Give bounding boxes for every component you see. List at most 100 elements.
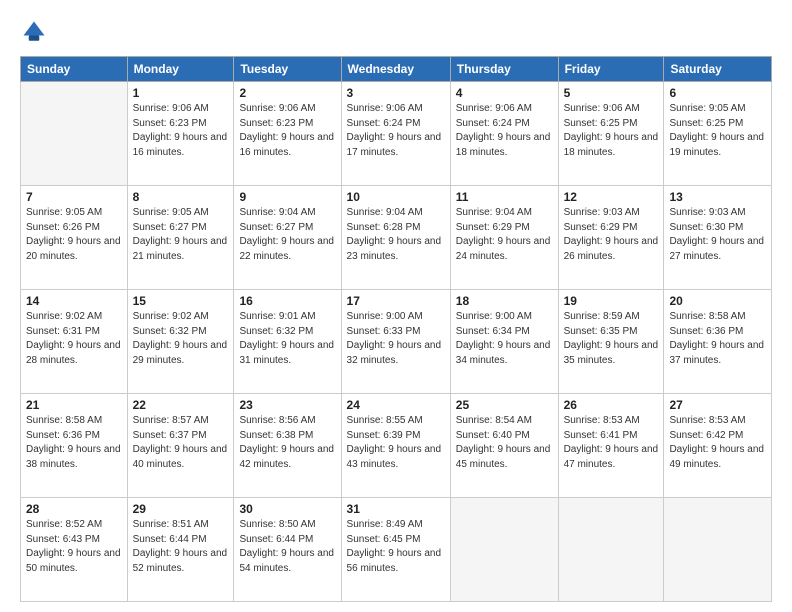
calendar-cell: 5Sunrise: 9:06 AMSunset: 6:25 PMDaylight…	[558, 82, 664, 186]
day-number: 20	[669, 294, 766, 308]
day-number: 17	[347, 294, 445, 308]
calendar-cell: 10 Sunrise: 9:04 AMSunset: 6:28 PMDayligh…	[341, 186, 450, 290]
day-info: Sunrise: 9:06 AMSunset: 6:23 PMDaylight:…	[239, 102, 335, 160]
day-number: 28	[26, 502, 122, 516]
day-info: Sunrise: 8:53 AMSunset: 6:41 PMDaylight:…	[564, 414, 659, 472]
day-info: Sunrise: 8:51 AMSunset: 6:44 PMDaylight:…	[133, 518, 229, 576]
day-number: 26	[564, 398, 659, 412]
day-number: 23	[239, 398, 335, 412]
calendar-cell: 11Sunrise: 9:04 AMSunset: 6:29 PMDayligh…	[450, 186, 558, 290]
calendar-header-wednesday: Wednesday	[341, 57, 450, 82]
day-info: Sunrise: 8:57 AMSunset: 6:37 PMDaylight:…	[133, 414, 229, 472]
day-info: Sunrise: 8:50 AMSunset: 6:44 PMDaylight:…	[239, 518, 335, 576]
day-number: 14	[26, 294, 122, 308]
day-number: 7	[26, 190, 122, 204]
calendar-week-row: 28 Sunrise: 8:52 AMSunset: 6:43 PMDayligh…	[21, 498, 772, 602]
calendar-cell: 18 Sunrise: 9:00 AMSunset: 6:34 PMDayligh…	[450, 290, 558, 394]
calendar-cell: 9 Sunrise: 9:04 AMSunset: 6:27 PMDaylight…	[234, 186, 341, 290]
day-number: 21	[26, 398, 122, 412]
day-info: Sunrise: 8:56 AMSunset: 6:38 PMDaylight:…	[239, 414, 335, 472]
day-info: Sunrise: 9:01 AMSunset: 6:32 PMDaylight:…	[239, 310, 335, 368]
calendar-cell: 13 Sunrise: 9:03 AMSunset: 6:30 PMDayligh…	[664, 186, 772, 290]
day-number: 10	[347, 190, 445, 204]
day-number: 31	[347, 502, 445, 516]
logo	[20, 18, 52, 46]
day-info: Sunrise: 9:02 AMSunset: 6:31 PMDaylight:…	[26, 310, 122, 368]
calendar-cell: 7 Sunrise: 9:05 AMSunset: 6:26 PMDaylight…	[21, 186, 128, 290]
day-number: 9	[239, 190, 335, 204]
day-number: 30	[239, 502, 335, 516]
calendar-cell: 19Sunrise: 8:59 AMSunset: 6:35 PMDayligh…	[558, 290, 664, 394]
calendar-cell: 17 Sunrise: 9:00 AMSunset: 6:33 PMDayligh…	[341, 290, 450, 394]
calendar-cell: 23 Sunrise: 8:56 AMSunset: 6:38 PMDayligh…	[234, 394, 341, 498]
day-number: 13	[669, 190, 766, 204]
day-info: Sunrise: 8:58 AMSunset: 6:36 PMDaylight:…	[26, 414, 122, 472]
day-number: 27	[669, 398, 766, 412]
calendar-cell: 8 Sunrise: 9:05 AMSunset: 6:27 PMDaylight…	[127, 186, 234, 290]
day-number: 29	[133, 502, 229, 516]
day-info: Sunrise: 8:54 AMSunset: 6:40 PMDaylight:…	[456, 414, 553, 472]
day-info: Sunrise: 8:52 AMSunset: 6:43 PMDaylight:…	[26, 518, 122, 576]
day-number: 15	[133, 294, 229, 308]
day-info: Sunrise: 9:00 AMSunset: 6:34 PMDaylight:…	[456, 310, 553, 368]
day-number: 19	[564, 294, 659, 308]
day-number: 6	[669, 86, 766, 100]
calendar-cell: 28 Sunrise: 8:52 AMSunset: 6:43 PMDayligh…	[21, 498, 128, 602]
calendar-cell: 3 Sunrise: 9:06 AMSunset: 6:24 PMDaylight…	[341, 82, 450, 186]
header	[20, 18, 772, 46]
day-info: Sunrise: 9:05 AMSunset: 6:25 PMDaylight:…	[669, 102, 766, 160]
day-info: Sunrise: 9:06 AMSunset: 6:23 PMDaylight:…	[133, 102, 229, 160]
day-info: Sunrise: 8:55 AMSunset: 6:39 PMDaylight:…	[347, 414, 445, 472]
calendar-cell	[21, 82, 128, 186]
calendar-cell: 1 Sunrise: 9:06 AMSunset: 6:23 PMDaylight…	[127, 82, 234, 186]
calendar-cell: 20 Sunrise: 8:58 AMSunset: 6:36 PMDayligh…	[664, 290, 772, 394]
calendar-header-row: SundayMondayTuesdayWednesdayThursdayFrid…	[21, 57, 772, 82]
calendar-cell: 24 Sunrise: 8:55 AMSunset: 6:39 PMDayligh…	[341, 394, 450, 498]
calendar-week-row: 7 Sunrise: 9:05 AMSunset: 6:26 PMDaylight…	[21, 186, 772, 290]
day-number: 1	[133, 86, 229, 100]
day-info: Sunrise: 9:04 AMSunset: 6:28 PMDaylight:…	[347, 206, 445, 264]
day-number: 12	[564, 190, 659, 204]
calendar-cell: 26 Sunrise: 8:53 AMSunset: 6:41 PMDayligh…	[558, 394, 664, 498]
day-number: 4	[456, 86, 553, 100]
calendar-header-tuesday: Tuesday	[234, 57, 341, 82]
day-number: 25	[456, 398, 553, 412]
calendar-week-row: 21 Sunrise: 8:58 AMSunset: 6:36 PMDayligh…	[21, 394, 772, 498]
logo-icon	[20, 18, 48, 46]
calendar-cell: 12Sunrise: 9:03 AMSunset: 6:29 PMDayligh…	[558, 186, 664, 290]
day-number: 16	[239, 294, 335, 308]
day-info: Sunrise: 8:58 AMSunset: 6:36 PMDaylight:…	[669, 310, 766, 368]
day-number: 22	[133, 398, 229, 412]
calendar-cell: 31 Sunrise: 8:49 AMSunset: 6:45 PMDayligh…	[341, 498, 450, 602]
day-number: 24	[347, 398, 445, 412]
day-info: Sunrise: 9:04 AMSunset: 6:27 PMDaylight:…	[239, 206, 335, 264]
day-number: 8	[133, 190, 229, 204]
calendar-header-thursday: Thursday	[450, 57, 558, 82]
day-info: Sunrise: 9:03 AMSunset: 6:30 PMDaylight:…	[669, 206, 766, 264]
day-info: Sunrise: 9:05 AMSunset: 6:26 PMDaylight:…	[26, 206, 122, 264]
day-info: Sunrise: 8:53 AMSunset: 6:42 PMDaylight:…	[669, 414, 766, 472]
calendar-cell: 21 Sunrise: 8:58 AMSunset: 6:36 PMDayligh…	[21, 394, 128, 498]
day-number: 3	[347, 86, 445, 100]
calendar-header-saturday: Saturday	[664, 57, 772, 82]
day-info: Sunrise: 9:00 AMSunset: 6:33 PMDaylight:…	[347, 310, 445, 368]
day-number: 18	[456, 294, 553, 308]
calendar-cell: 4 Sunrise: 9:06 AMSunset: 6:24 PMDaylight…	[450, 82, 558, 186]
day-info: Sunrise: 9:06 AMSunset: 6:24 PMDaylight:…	[347, 102, 445, 160]
calendar-cell: 30 Sunrise: 8:50 AMSunset: 6:44 PMDayligh…	[234, 498, 341, 602]
calendar-cell	[664, 498, 772, 602]
calendar-cell: 14 Sunrise: 9:02 AMSunset: 6:31 PMDayligh…	[21, 290, 128, 394]
calendar-cell: 16 Sunrise: 9:01 AMSunset: 6:32 PMDayligh…	[234, 290, 341, 394]
day-info: Sunrise: 8:49 AMSunset: 6:45 PMDaylight:…	[347, 518, 445, 576]
calendar-cell: 15Sunrise: 9:02 AMSunset: 6:32 PMDayligh…	[127, 290, 234, 394]
calendar-table: SundayMondayTuesdayWednesdayThursdayFrid…	[20, 56, 772, 602]
day-info: Sunrise: 9:05 AMSunset: 6:27 PMDaylight:…	[133, 206, 229, 264]
calendar-cell: 27 Sunrise: 8:53 AMSunset: 6:42 PMDayligh…	[664, 394, 772, 498]
day-info: Sunrise: 9:04 AMSunset: 6:29 PMDaylight:…	[456, 206, 553, 264]
day-info: Sunrise: 9:06 AMSunset: 6:24 PMDaylight:…	[456, 102, 553, 160]
calendar-week-row: 1 Sunrise: 9:06 AMSunset: 6:23 PMDaylight…	[21, 82, 772, 186]
calendar-cell	[450, 498, 558, 602]
day-number: 5	[564, 86, 659, 100]
calendar-cell	[558, 498, 664, 602]
calendar-header-sunday: Sunday	[21, 57, 128, 82]
